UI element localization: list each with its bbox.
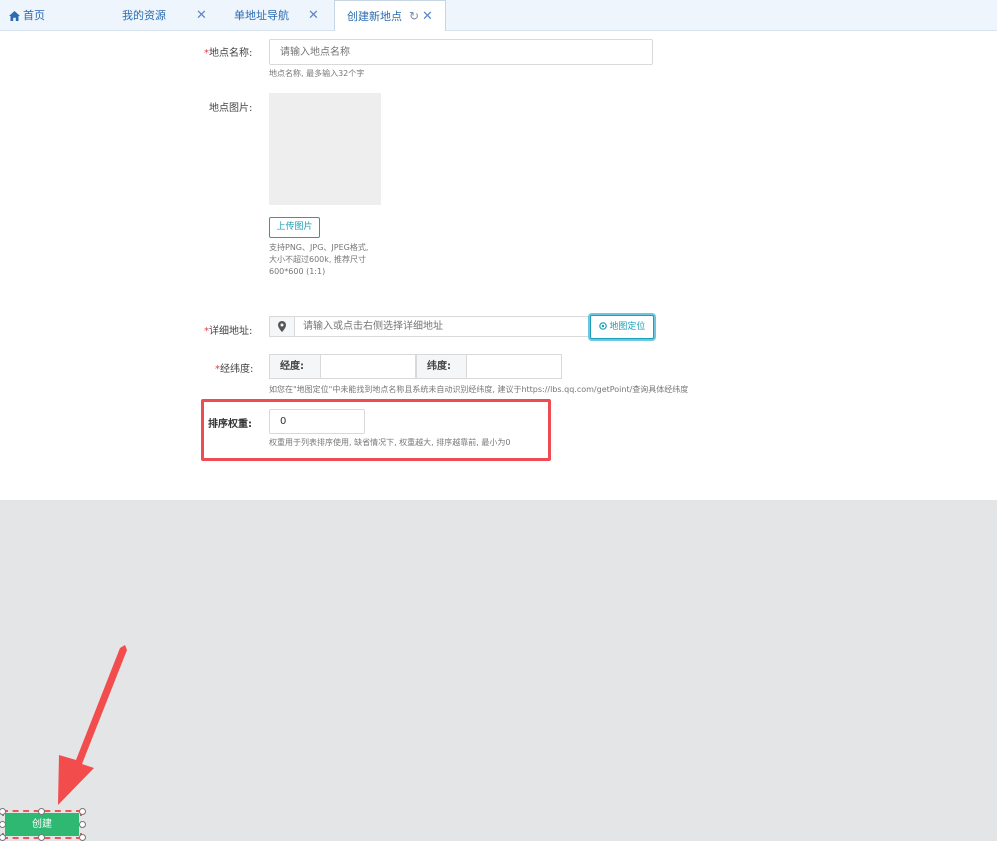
- create-button[interactable]: 创建: [2, 810, 82, 839]
- resize-handle: [38, 808, 45, 815]
- resize-handle: [38, 834, 45, 841]
- arrow-annotation-icon: [58, 645, 127, 805]
- resize-handle: [79, 821, 86, 828]
- resize-handle: [79, 834, 86, 841]
- resize-handle: [79, 808, 86, 815]
